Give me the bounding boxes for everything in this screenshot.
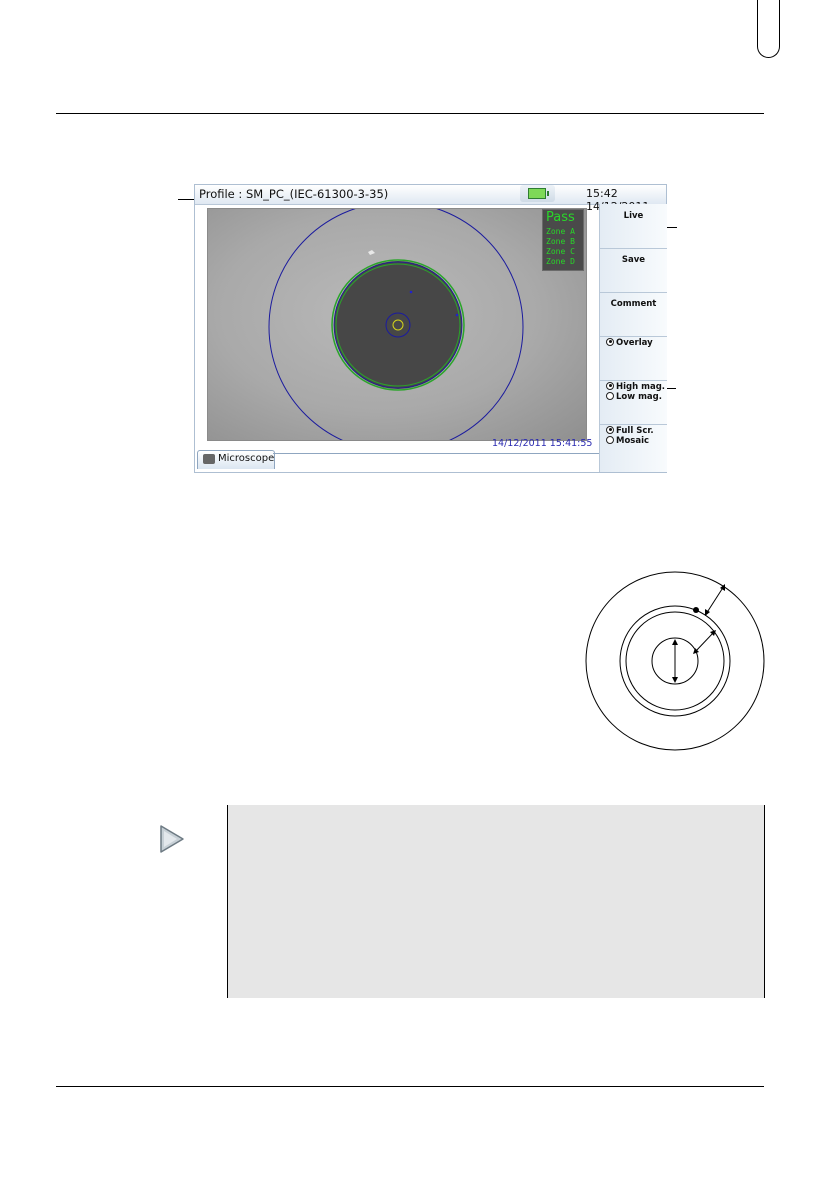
defect-dot: [455, 313, 459, 317]
magnification-group: High mag. Low mag.: [600, 380, 667, 425]
clock-time: 15:42: [586, 187, 618, 200]
contact-width-arrow: [705, 585, 725, 615]
full-scr-option[interactable]: Full Scr.: [606, 425, 654, 436]
comment-label: Comment: [610, 299, 657, 309]
save-label: Save: [621, 255, 646, 265]
note-box: [227, 805, 764, 998]
adhesive-width-arrow: [694, 631, 715, 653]
tab-strip: Microscope: [195, 449, 599, 473]
note-box-right-border: [764, 805, 765, 998]
footer-rule: [56, 1086, 764, 1087]
mosaic-label: Mosaic: [616, 436, 650, 446]
radio-checked-icon: [606, 425, 614, 434]
chapter-tab-marker: [757, 0, 780, 58]
debris-mark: [368, 250, 375, 255]
battery-indicator: [520, 185, 555, 202]
overlay-group: Overlay: [600, 336, 667, 381]
radio-checked-icon: [606, 337, 614, 346]
radio-checked-icon: [606, 381, 614, 390]
zone-diagram: [585, 571, 765, 751]
full-scr-label: Full Scr.: [616, 426, 654, 436]
save-button[interactable]: Save: [600, 248, 667, 293]
header-rule: [56, 113, 764, 114]
fiber-image[interactable]: [207, 208, 587, 441]
title-bar: Profile : SM_PC_(IEC-61300-3-35) 15:42 1…: [195, 185, 666, 213]
comment-button[interactable]: Comment: [600, 292, 667, 337]
profile-label: Profile : SM_PC_(IEC-61300-3-35): [199, 187, 389, 201]
live-button[interactable]: Live: [600, 204, 667, 249]
arrow-right-icon: [160, 825, 184, 853]
high-mag-option[interactable]: High mag.: [606, 381, 666, 392]
live-label: Live: [623, 211, 644, 221]
defect-marker: [693, 607, 699, 613]
high-mag-label: High mag.: [616, 382, 666, 392]
image-timestamp: 14/12/2011 15:41:55: [492, 438, 593, 449]
side-panel: Live Save Comment Overlay High mag. Low …: [599, 204, 667, 472]
zone-d-label: Zone D: [546, 257, 575, 266]
tab-microscope[interactable]: Microscope: [197, 450, 275, 469]
zone-b-label: Zone B: [546, 237, 575, 246]
result-box: Pass Zone A Zone B Zone C Zone D: [542, 209, 584, 271]
tab-microscope-label: Microscope: [218, 453, 275, 464]
radio-unchecked-icon: [606, 435, 614, 444]
display-mode-group: Full Scr. Mosaic: [600, 424, 667, 468]
defect-dot: [409, 290, 413, 294]
overlay-label: Overlay: [616, 338, 653, 348]
note-box-left-border: [227, 805, 228, 998]
radio-unchecked-icon: [606, 391, 614, 400]
result-status: Pass: [546, 210, 575, 225]
low-mag-label: Low mag.: [616, 392, 662, 402]
zone-a-label: Zone A: [546, 227, 575, 236]
overlay-option[interactable]: Overlay: [606, 337, 653, 348]
battery-icon: [528, 188, 549, 199]
low-mag-option[interactable]: Low mag.: [606, 391, 662, 402]
device-screen: Profile : SM_PC_(IEC-61300-3-35) 15:42 1…: [194, 184, 667, 473]
tab-baseline: [273, 453, 599, 454]
zone-c-label: Zone C: [546, 247, 575, 256]
microscope-icon: [203, 454, 215, 464]
mosaic-option[interactable]: Mosaic: [606, 435, 650, 446]
fiber-end-face-svg: [268, 209, 524, 440]
